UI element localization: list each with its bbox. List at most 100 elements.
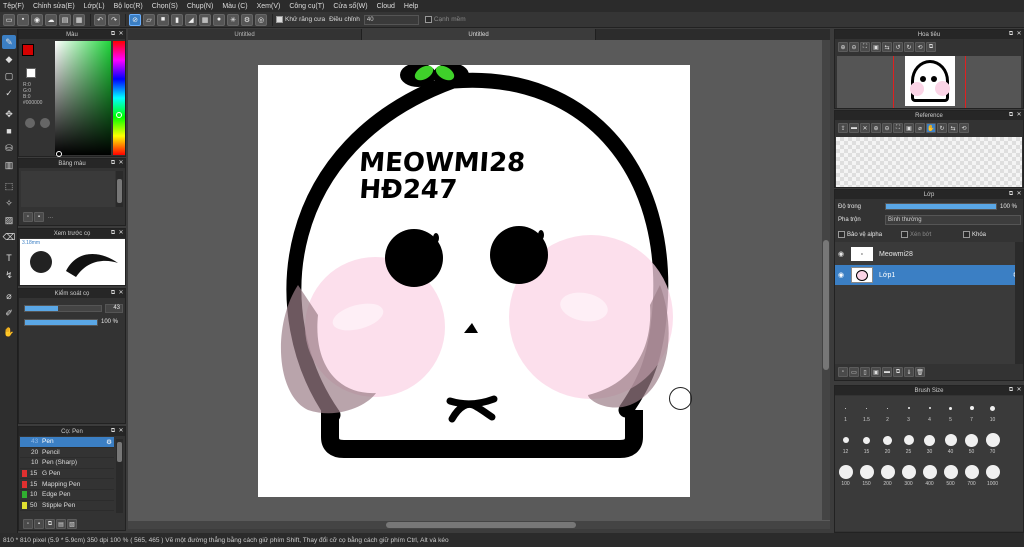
operation-tool-icon[interactable]: ↯ xyxy=(2,268,16,282)
tab-untitled-1[interactable]: Untitled xyxy=(128,29,362,40)
detach-icon[interactable]: ⧉ xyxy=(1008,31,1014,37)
select-rect-tool-icon[interactable]: ▢ xyxy=(2,69,16,83)
brush-settings-icon[interactable]: ▧ xyxy=(67,519,77,529)
drawing-paper[interactable]: MEOWMI28 HĐ247 xyxy=(258,65,690,497)
detach-icon[interactable]: ⧉ xyxy=(110,160,116,166)
brush-size-dot[interactable] xyxy=(838,465,853,479)
brush-opacity-slider[interactable] xyxy=(24,319,98,326)
merge-down-icon[interactable]: ⇓ xyxy=(904,367,914,377)
navigator-preview[interactable] xyxy=(837,56,1021,108)
menu-cloud[interactable]: Cloud xyxy=(377,3,395,10)
redo-icon[interactable]: ↷ xyxy=(108,13,120,26)
close-icon[interactable]: ✕ xyxy=(118,290,124,296)
eye-icon[interactable]: ◉ xyxy=(835,271,847,279)
brush-size-slider[interactable] xyxy=(24,305,102,312)
rect-tool-icon[interactable]: ■ xyxy=(2,124,16,138)
swatch-grid[interactable] xyxy=(21,171,115,207)
eyedropper-tool-icon[interactable]: ⌀ xyxy=(2,289,16,303)
delete-layer-icon[interactable]: 🗑 xyxy=(915,367,925,377)
eraser-tool-icon[interactable]: ◆ xyxy=(2,52,16,66)
close-icon[interactable]: ✕ xyxy=(1016,31,1022,37)
select-fill-icon[interactable]: ■ xyxy=(157,13,169,26)
actual-size-icon[interactable]: ▣ xyxy=(904,123,914,133)
primary-color-swatch[interactable] xyxy=(22,44,34,56)
brush-copy-icon[interactable]: ⧉ xyxy=(45,519,55,529)
detach-icon[interactable]: ⧉ xyxy=(1008,387,1014,393)
detach-icon[interactable]: ⧉ xyxy=(110,230,116,236)
brush-size-dot[interactable] xyxy=(866,407,867,409)
pen-item-edge-pen[interactable]: 10 Edge Pen xyxy=(20,490,114,501)
bucket-tool-icon[interactable]: ⛁ xyxy=(2,141,16,155)
pen-tool-icon[interactable]: ✎ xyxy=(2,35,16,49)
close-icon[interactable]: ✕ xyxy=(118,160,124,166)
brush-size-dot[interactable] xyxy=(969,406,974,410)
brush-size-dot[interactable] xyxy=(928,407,931,409)
antialias-checkbox[interactable] xyxy=(276,16,283,23)
close-reference-icon[interactable]: ✕ xyxy=(860,123,870,133)
pen-list-scrollbar[interactable] xyxy=(116,439,123,513)
edge-checkbox[interactable] xyxy=(424,16,432,23)
palette-icon[interactable] xyxy=(25,118,35,128)
rotate-left-icon[interactable]: ↺ xyxy=(893,42,903,52)
adjust-select[interactable]: 40 xyxy=(363,14,419,25)
pen-item-pen[interactable]: 43 Pen ⚙ xyxy=(20,437,114,448)
clipping-option[interactable]: Xén bớt xyxy=(901,231,931,238)
edge-option[interactable]: Cạnh mềm xyxy=(424,16,466,23)
folder-icon[interactable]: ▬ xyxy=(849,123,859,133)
reset-icon[interactable]: ⟲ xyxy=(959,123,969,133)
layer-folder-icon[interactable]: ▬ xyxy=(882,367,892,377)
menu-tools[interactable]: Công cụ(T) xyxy=(289,3,324,10)
brush-size-dot[interactable] xyxy=(922,465,937,479)
gear-icon[interactable]: ⚙ xyxy=(106,438,112,446)
brush-size-dot[interactable] xyxy=(880,465,895,479)
brush-size-dot[interactable] xyxy=(845,407,846,409)
hand-icon[interactable]: ✋ xyxy=(926,123,936,133)
reset-rotation-icon[interactable]: ⟲ xyxy=(915,42,925,52)
brush-size-dot[interactable] xyxy=(903,435,914,445)
detach-icon[interactable]: ⧉ xyxy=(1008,112,1014,118)
pen-item-mapping-pen[interactable]: 15 Mapping Pen xyxy=(20,479,114,490)
menu-select[interactable]: Chọn(S) xyxy=(152,3,178,10)
brush-size-dot[interactable] xyxy=(887,407,888,409)
brush-size-dot[interactable] xyxy=(965,433,978,447)
flip-icon[interactable]: ⇆ xyxy=(948,123,958,133)
brush-delete-icon[interactable]: ▤ xyxy=(56,519,66,529)
text-tool-icon[interactable]: T xyxy=(2,251,16,265)
select-eraser-tool-icon[interactable]: ⌫ xyxy=(2,230,16,244)
undo-icon[interactable]: ↶ xyxy=(94,13,106,26)
brush-size-dot[interactable] xyxy=(949,406,952,410)
select-bar-icon[interactable]: ▮ xyxy=(171,13,183,26)
add-swatch-icon[interactable]: ▫ xyxy=(23,212,33,222)
new-layer-1bit-icon[interactable]: ▯ xyxy=(860,367,870,377)
brush-size-dot[interactable] xyxy=(985,433,1000,447)
window-icon[interactable]: ⧉ xyxy=(926,42,936,52)
speech-icon[interactable]: ◉ xyxy=(31,13,43,26)
menu-layer[interactable]: Lớp(L) xyxy=(84,3,105,10)
image-layer-icon[interactable]: ▣ xyxy=(871,367,881,377)
brush-size-dot[interactable] xyxy=(907,407,910,409)
brush-size-grid[interactable]: 1 1.5 2 3 4 5 7 10 12 15 20 25 30 40 50 70 100 150 200 300 4… xyxy=(835,396,1023,531)
clipping-checkbox[interactable] xyxy=(901,231,908,238)
close-icon[interactable]: ✕ xyxy=(118,230,124,236)
secondary-color-swatch[interactable] xyxy=(26,68,36,78)
fit-icon[interactable]: ⛶ xyxy=(860,42,870,52)
frame-icon[interactable]: ▦ xyxy=(73,13,85,26)
zoom-in-icon[interactable]: ⊕ xyxy=(871,123,881,133)
layer-row-meowmi28[interactable]: ◉ ≡ Meowmi28 xyxy=(835,244,1023,264)
brush-size-dot[interactable] xyxy=(859,465,874,479)
hand-tool-icon[interactable]: ✋ xyxy=(2,325,16,339)
move-tool-icon[interactable]: ✥ xyxy=(2,107,16,121)
magic-wand-icon[interactable]: ✧ xyxy=(2,196,16,210)
zoom-in-icon[interactable]: ⊕ xyxy=(838,42,848,52)
close-icon[interactable]: ✕ xyxy=(1016,112,1022,118)
brush-size-dot[interactable] xyxy=(990,405,995,411)
brush-size-dot[interactable] xyxy=(943,465,958,479)
swatch-scrollbar[interactable] xyxy=(116,171,123,207)
color-picker-cursor[interactable] xyxy=(56,151,62,157)
blend-mode-select[interactable]: Bình thường xyxy=(885,215,1021,225)
zoom-out-icon[interactable]: ⊖ xyxy=(882,123,892,133)
cloud-icon[interactable]: ☁ xyxy=(45,13,57,26)
duplicate-layer-icon[interactable]: ⧉ xyxy=(893,367,903,377)
add-brush-icon[interactable]: ▫ xyxy=(23,519,33,529)
tab-untitled-2[interactable]: Untitled xyxy=(362,29,596,40)
